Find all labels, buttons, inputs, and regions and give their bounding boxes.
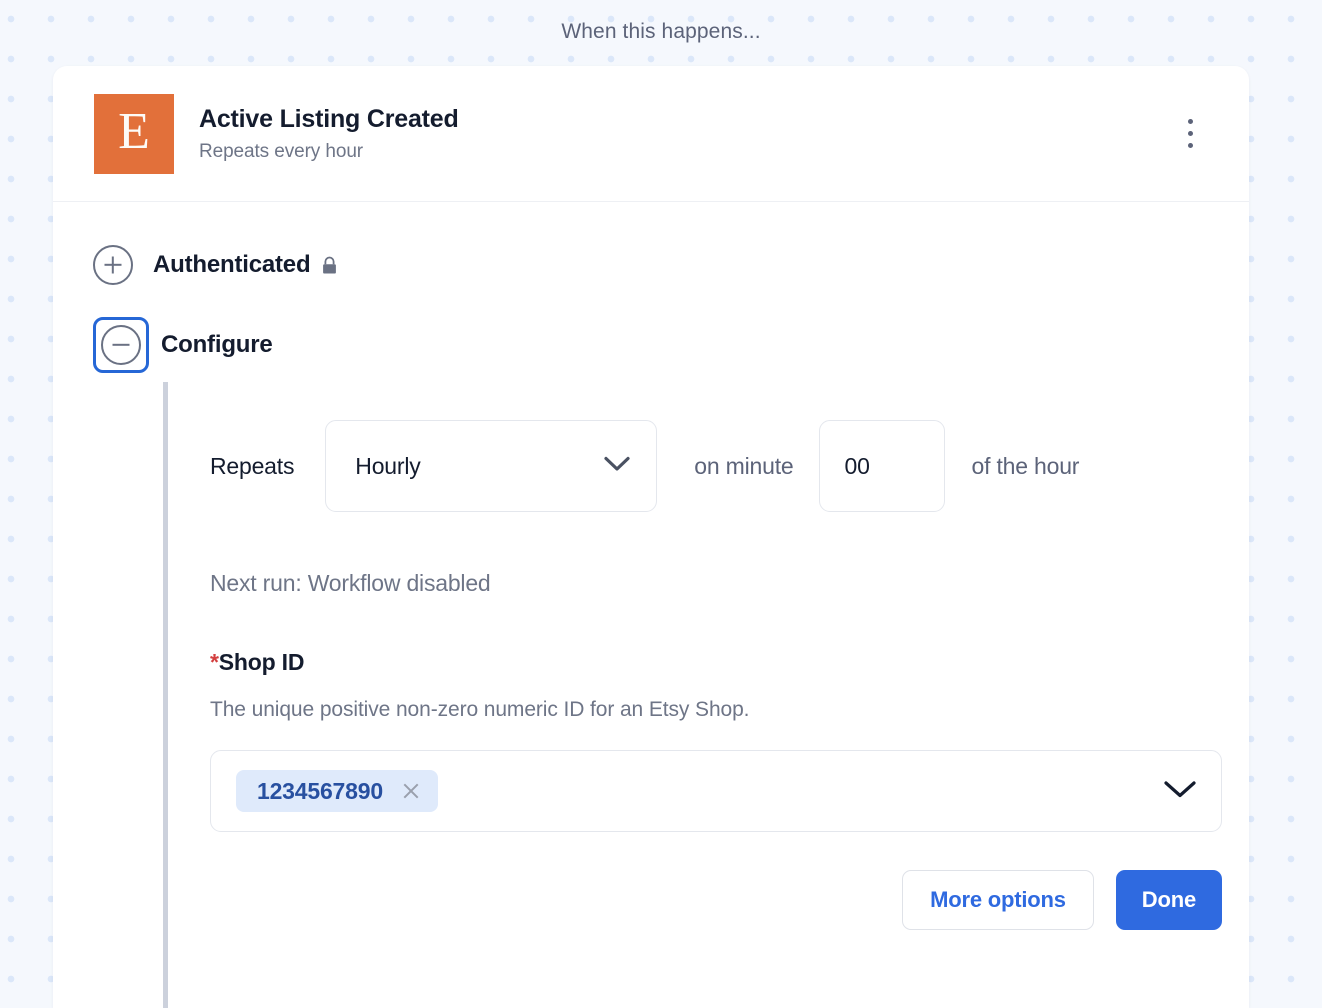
step-authenticated-label: Authenticated	[153, 251, 311, 278]
step-authenticated-label-wrap: Authenticated	[153, 251, 338, 279]
on-minute-label: on minute	[694, 452, 794, 479]
required-asterisk: *	[210, 649, 219, 675]
trigger-step-card: E Active Listing Created Repeats every h…	[53, 66, 1249, 1008]
card-subtitle: Repeats every hour	[199, 141, 364, 163]
next-run-status: Next run: Workflow disabled	[210, 570, 491, 596]
step-connector-line	[163, 382, 168, 1008]
card-body: Authenticated Configure Repeats Hourly o…	[53, 202, 1249, 1008]
card-title: Active Listing Created	[199, 104, 459, 133]
shop-id-input[interactable]: 1234567890	[210, 750, 1222, 832]
configure-form: Repeats Hourly on minute 00 of the hour …	[53, 374, 1249, 930]
step-configure-label-wrap: Configure	[161, 331, 273, 359]
lock-icon	[321, 255, 338, 275]
circle-minus-icon[interactable]	[101, 325, 141, 365]
form-actions: More options Done	[210, 870, 1222, 930]
chevron-down-icon[interactable]	[1163, 779, 1197, 804]
etsy-logo: E	[94, 93, 174, 174]
step-authenticated[interactable]: Authenticated	[53, 236, 1249, 294]
kebab-menu-icon[interactable]	[1178, 116, 1202, 152]
step-configure-label: Configure	[161, 331, 273, 358]
canvas-caption: When this happens...	[561, 20, 761, 43]
kebab-dot	[1187, 143, 1193, 148]
frequency-select-value: Hourly	[355, 452, 421, 479]
kebab-dot	[1187, 119, 1193, 124]
minute-input[interactable]: 00	[818, 420, 945, 512]
close-icon[interactable]	[403, 783, 420, 800]
etsy-logo-letter: E	[118, 102, 150, 160]
more-options-button[interactable]: More options	[902, 870, 1094, 930]
shop-id-description: The unique positive non-zero numeric ID …	[210, 698, 750, 721]
repeats-label: Repeats	[210, 452, 295, 479]
chevron-down-icon	[604, 456, 630, 477]
done-button[interactable]: Done	[1115, 870, 1222, 930]
shop-id-label: *Shop ID	[210, 649, 1249, 676]
minute-input-value: 00	[844, 452, 870, 479]
shop-id-token[interactable]: 1234567890	[236, 770, 438, 812]
circle-plus-icon[interactable]	[93, 245, 133, 285]
shop-id-token-value: 1234567890	[257, 777, 383, 804]
repeats-row: Repeats Hourly on minute 00 of the hour	[210, 420, 1249, 512]
frequency-select[interactable]: Hourly	[325, 420, 658, 512]
step-configure[interactable]: Configure	[53, 316, 1249, 374]
card-header: E Active Listing Created Repeats every h…	[53, 66, 1249, 202]
shop-id-label-text: Shop ID	[218, 649, 305, 675]
of-the-hour-label: of the hour	[971, 452, 1080, 479]
step-configure-focus-ring	[93, 317, 149, 373]
kebab-dot	[1187, 131, 1193, 136]
header-text-block: Active Listing Created Repeats every hou…	[199, 104, 459, 163]
